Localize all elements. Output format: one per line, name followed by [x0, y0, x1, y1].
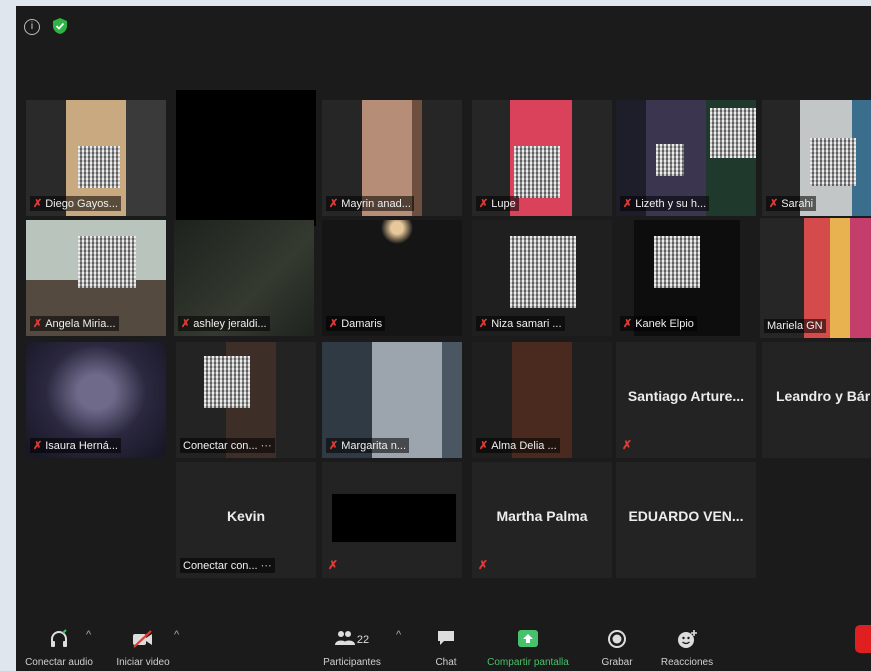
participant-name-tag: ✗ Mayrin anad... — [326, 196, 414, 211]
participant-tile[interactable]: ✗ Alma Delia ... — [472, 342, 612, 458]
mic-muted-icon: ✗ — [328, 558, 339, 572]
blurred-face — [810, 138, 856, 186]
share-screen-button[interactable]: Compartir pantalla — [478, 629, 578, 668]
mic-muted-icon: ✗ — [479, 198, 489, 210]
start-video-button[interactable]: Iniciar video — [110, 629, 176, 668]
participant-name-tag: ✗ Lizeth y su h... — [620, 196, 710, 211]
participants-icon: 22 — [314, 629, 390, 651]
mic-muted-icon: ✗ — [623, 318, 633, 330]
participant-name: EDUARDO VEN... — [628, 508, 744, 524]
participant-name-tag: ✗ Diego Gayos... — [30, 196, 121, 211]
blurred-face — [710, 108, 756, 158]
mic-muted-icon: ✗ — [181, 318, 191, 330]
record-label: Grabar — [601, 657, 633, 668]
top-bar: i — [16, 6, 871, 50]
chat-label: Chat — [435, 657, 457, 668]
participant-video — [332, 494, 456, 542]
zoom-meeting-window: i ✗ Diego Gayos... ✗ Mayrin anad... ✗ Lupe … — [16, 6, 871, 671]
participants-count: 22 — [356, 634, 370, 646]
participant-name-tag: ✗ Alma Delia ... — [476, 438, 560, 453]
reactions-label: Reacciones — [660, 657, 714, 668]
participant-name: Kevin — [226, 508, 266, 524]
mic-muted-icon: ✗ — [479, 440, 489, 452]
mic-muted-icon: ✗ — [329, 440, 339, 452]
share-screen-icon — [478, 629, 578, 651]
participant-tile[interactable]: ✗ Isaura Herná... — [26, 342, 166, 458]
chat-icon — [426, 629, 466, 651]
end-meeting-button[interactable] — [855, 625, 871, 653]
start-video-label: Iniciar video — [116, 657, 170, 668]
participant-tile[interactable] — [176, 90, 316, 226]
participant-name: Martha Palma — [496, 508, 588, 524]
participant-tile[interactable]: ✗ ashley jeraldi... — [174, 220, 314, 336]
participant-tile[interactable]: EDUARDO VEN... — [616, 462, 756, 578]
audio-options-caret[interactable]: ^ — [86, 629, 91, 641]
meeting-toolbar: Conectar audio ^ Iniciar video ^ 22 Part… — [16, 609, 871, 671]
participant-name-tag: ✗ Lupe — [476, 196, 519, 211]
participant-name-tag: ✗ Isaura Herná... — [30, 438, 121, 453]
participant-name-tag: Mariela GN — [764, 319, 826, 333]
video-off-icon — [110, 629, 176, 651]
participant-tile[interactable]: ✗ Sarahi — [762, 100, 871, 216]
participants-options-caret[interactable]: ^ — [396, 629, 401, 641]
participant-tile[interactable]: Conectar con... ⋯ — [176, 342, 316, 458]
share-screen-label: Compartir pantalla — [487, 657, 569, 668]
mic-muted-icon: ✗ — [769, 198, 779, 210]
participant-tile[interactable]: ✗ Angela Miria... — [26, 220, 166, 336]
mic-muted-icon: ✗ — [33, 318, 43, 330]
participant-video — [176, 90, 316, 226]
record-icon — [592, 629, 642, 651]
participant-tile[interactable]: ✗ Kanek Elpio — [616, 220, 756, 336]
participant-tile[interactable]: ✗ — [322, 462, 462, 578]
reactions-button[interactable]: Reacciones — [654, 629, 720, 668]
participant-tile[interactable]: ✗ Diego Gayos... — [26, 100, 166, 216]
video-options-caret[interactable]: ^ — [174, 629, 179, 641]
participant-name-tag: Conectar con... ⋯ — [180, 558, 275, 573]
participant-tile[interactable]: Kevin Conectar con... ⋯ — [176, 462, 316, 578]
blurred-face — [654, 236, 700, 288]
participant-tile[interactable]: ✗ Damaris — [322, 220, 462, 336]
blurred-face — [656, 144, 684, 176]
mic-muted-icon: ✗ — [33, 198, 43, 210]
participants-button[interactable]: 22 Participantes — [314, 629, 390, 668]
participant-name-tag: ✗ Angela Miria... — [30, 316, 119, 331]
reactions-icon — [654, 629, 720, 651]
chat-button[interactable]: Chat — [426, 629, 466, 668]
participant-tile[interactable]: ✗ Mayrin anad... — [322, 100, 462, 216]
participant-tile[interactable]: ✗ Lizeth y su h... — [616, 100, 756, 216]
mic-muted-icon: ✗ — [623, 198, 633, 210]
participant-tile[interactable]: ✗ Margarita n... — [322, 342, 462, 458]
participant-tile-active-speaker[interactable]: Mariela GN — [760, 218, 871, 338]
security-shield-icon[interactable] — [52, 17, 68, 35]
participant-name-tag: ✗ Margarita n... — [326, 438, 410, 453]
participants-label: Participantes — [323, 657, 381, 668]
mic-muted-icon: ✗ — [622, 438, 633, 452]
blurred-face — [514, 146, 560, 198]
mic-muted-icon: ✗ — [33, 440, 43, 452]
participant-tile[interactable]: Leandro y Bárb — [762, 342, 871, 458]
blurred-face — [78, 236, 136, 288]
blurred-face — [78, 146, 120, 188]
info-icon[interactable]: i — [24, 19, 40, 35]
blurred-face — [510, 236, 576, 308]
join-audio-label: Conectar audio — [25, 657, 93, 668]
participant-name-tag: ✗ Niza samari ... — [476, 316, 565, 331]
participant-tile[interactable]: ✗ Lupe — [472, 100, 612, 216]
participant-name: Leandro y Bárb — [776, 388, 871, 404]
participant-tile[interactable]: ✗ Niza samari ... — [472, 220, 612, 336]
participant-name-tag: Conectar con... ⋯ — [180, 438, 275, 453]
participant-name: Santiago Arture... — [627, 388, 745, 404]
mic-muted-icon: ✗ — [329, 198, 339, 210]
participant-name-tag: ✗ ashley jeraldi... — [178, 316, 270, 331]
participant-tile[interactable]: Martha Palma ✗ — [472, 462, 612, 578]
record-button[interactable]: Grabar — [592, 629, 642, 668]
mic-muted-icon: ✗ — [329, 318, 339, 330]
blurred-face — [204, 356, 250, 408]
participant-name-tag: ✗ Kanek Elpio — [620, 316, 697, 331]
mic-muted-icon: ✗ — [478, 558, 489, 572]
mic-muted-icon: ✗ — [479, 318, 489, 330]
participant-name-tag: ✗ Damaris — [326, 316, 386, 331]
participant-tile[interactable]: Santiago Arture... ✗ — [616, 342, 756, 458]
participant-name-tag: ✗ Sarahi — [766, 196, 817, 211]
